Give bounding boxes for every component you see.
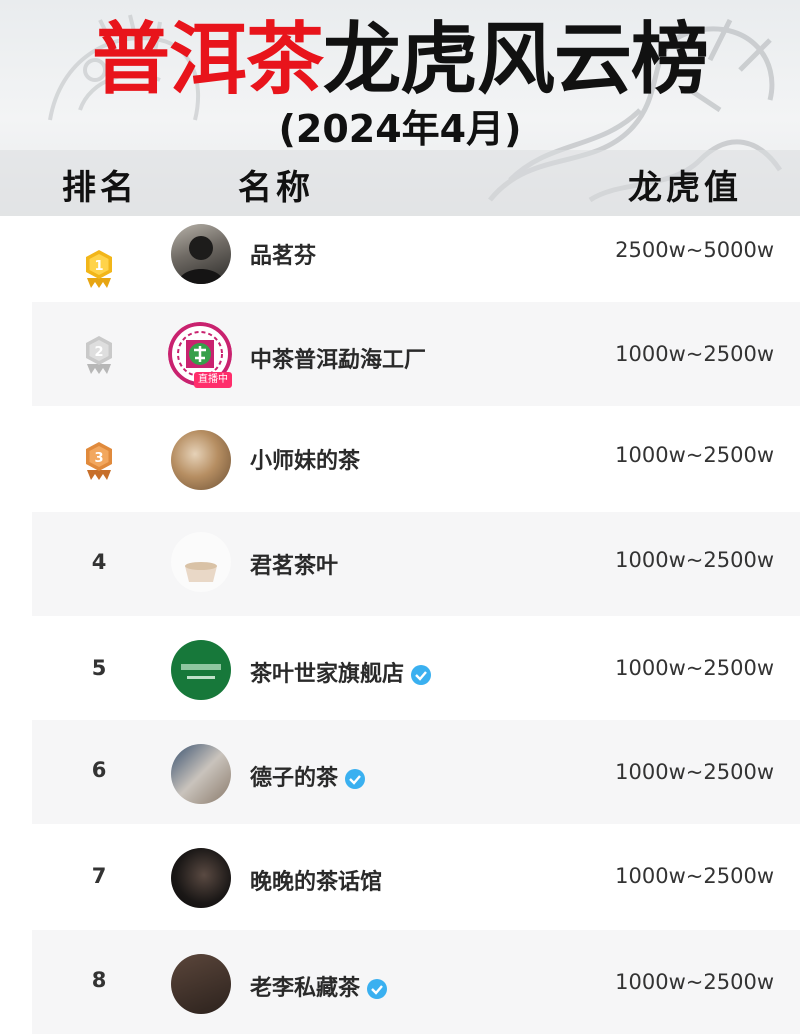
svg-text:2: 2: [94, 345, 103, 360]
account-name[interactable]: 晚晚的茶话馆: [250, 864, 382, 896]
list-item[interactable]: 7 晚晚的茶话馆 1000w~2500w: [0, 826, 800, 930]
gold-medal-icon: 1: [86, 250, 112, 288]
list-item[interactable]: 8 老李私藏茶 1000w~2500w: [0, 930, 800, 1034]
live-badge: 直播中: [194, 372, 232, 388]
dragon-tiger-value: 1000w~2500w: [615, 760, 774, 784]
avatar-person-image: [177, 236, 225, 284]
avatar[interactable]: [171, 532, 231, 592]
rank-number: 6: [91, 758, 107, 782]
page-subtitle: (2024年4月): [278, 107, 522, 151]
title-red: 普洱茶: [91, 15, 324, 105]
brand-logo-image: [181, 664, 221, 679]
account-name-text: 德子的茶: [250, 766, 339, 791]
title-black: 龙虎风云榜: [323, 15, 709, 105]
verified-icon: [345, 769, 366, 789]
rank-cell: 2: [76, 302, 122, 406]
account-name[interactable]: 德子的茶: [250, 760, 366, 792]
svg-text:1: 1: [94, 259, 103, 274]
verified-icon: [411, 665, 432, 685]
silver-medal-icon: 2: [86, 336, 112, 374]
dragon-tiger-value: 1000w~2500w: [615, 970, 774, 994]
list-item[interactable]: 6 德子的茶 1000w~2500w: [0, 720, 800, 824]
account-name[interactable]: 老李私藏茶: [250, 970, 388, 1002]
dragon-tiger-value: 2500w~5000w: [615, 238, 774, 262]
column-header-name: 名称: [238, 168, 314, 208]
rank-number: 5: [91, 656, 107, 680]
dragon-tiger-value: 1000w~2500w: [615, 443, 774, 467]
avatar[interactable]: [171, 744, 231, 804]
rank-number: 7: [91, 864, 107, 888]
page-title: 普洱茶龙虎风云榜: [0, 10, 800, 110]
dragon-tiger-value: 1000w~2500w: [615, 548, 774, 572]
avatar[interactable]: [171, 224, 231, 284]
account-name-text: 茶叶世家旗舰店: [250, 662, 405, 687]
live-badge-label: 直播中: [198, 374, 228, 385]
avatar[interactable]: [171, 848, 231, 908]
verified-icon: [367, 979, 388, 999]
account-name-text: 老李私藏茶: [250, 976, 361, 1001]
column-header-value: 龙虎值: [628, 168, 742, 208]
header-banner: 普洱茶龙虎风云榜 (2024年4月) 排名 名称 龙虎值: [0, 0, 800, 216]
dragon-tiger-value: 1000w~2500w: [615, 864, 774, 888]
account-name[interactable]: 茶叶世家旗舰店: [250, 656, 432, 688]
column-headers: 排名 名称 龙虎值: [0, 150, 800, 216]
avatar[interactable]: [171, 954, 231, 1014]
svg-text:3: 3: [94, 451, 103, 466]
list-item[interactable]: 4 君茗茶叶 1000w~2500w: [0, 512, 800, 616]
account-name[interactable]: 品茗芬: [250, 238, 316, 270]
list-item[interactable]: 2 直播中 中茶普洱勐海工厂 1000w~2500w: [0, 302, 800, 406]
account-name[interactable]: 小师妹的茶: [250, 443, 360, 475]
avatar[interactable]: [171, 640, 231, 700]
column-header-rank: 排名: [62, 168, 138, 208]
rank-number: 8: [91, 968, 107, 992]
tea-cup-image: [185, 562, 217, 582]
account-name[interactable]: 君茗茶叶: [250, 548, 338, 580]
rank-cell: 3: [76, 408, 122, 512]
dragon-tiger-value: 1000w~2500w: [615, 656, 774, 680]
rank-number: 4: [91, 550, 107, 574]
bronze-medal-icon: 3: [86, 442, 112, 480]
account-name[interactable]: 中茶普洱勐海工厂: [250, 342, 426, 374]
dragon-tiger-value: 1000w~2500w: [615, 342, 774, 366]
avatar[interactable]: [171, 430, 231, 490]
list-item[interactable]: 3 小师妹的茶 1000w~2500w: [0, 408, 800, 512]
list-item[interactable]: 5 茶叶世家旗舰店 1000w~2500w: [0, 618, 800, 722]
